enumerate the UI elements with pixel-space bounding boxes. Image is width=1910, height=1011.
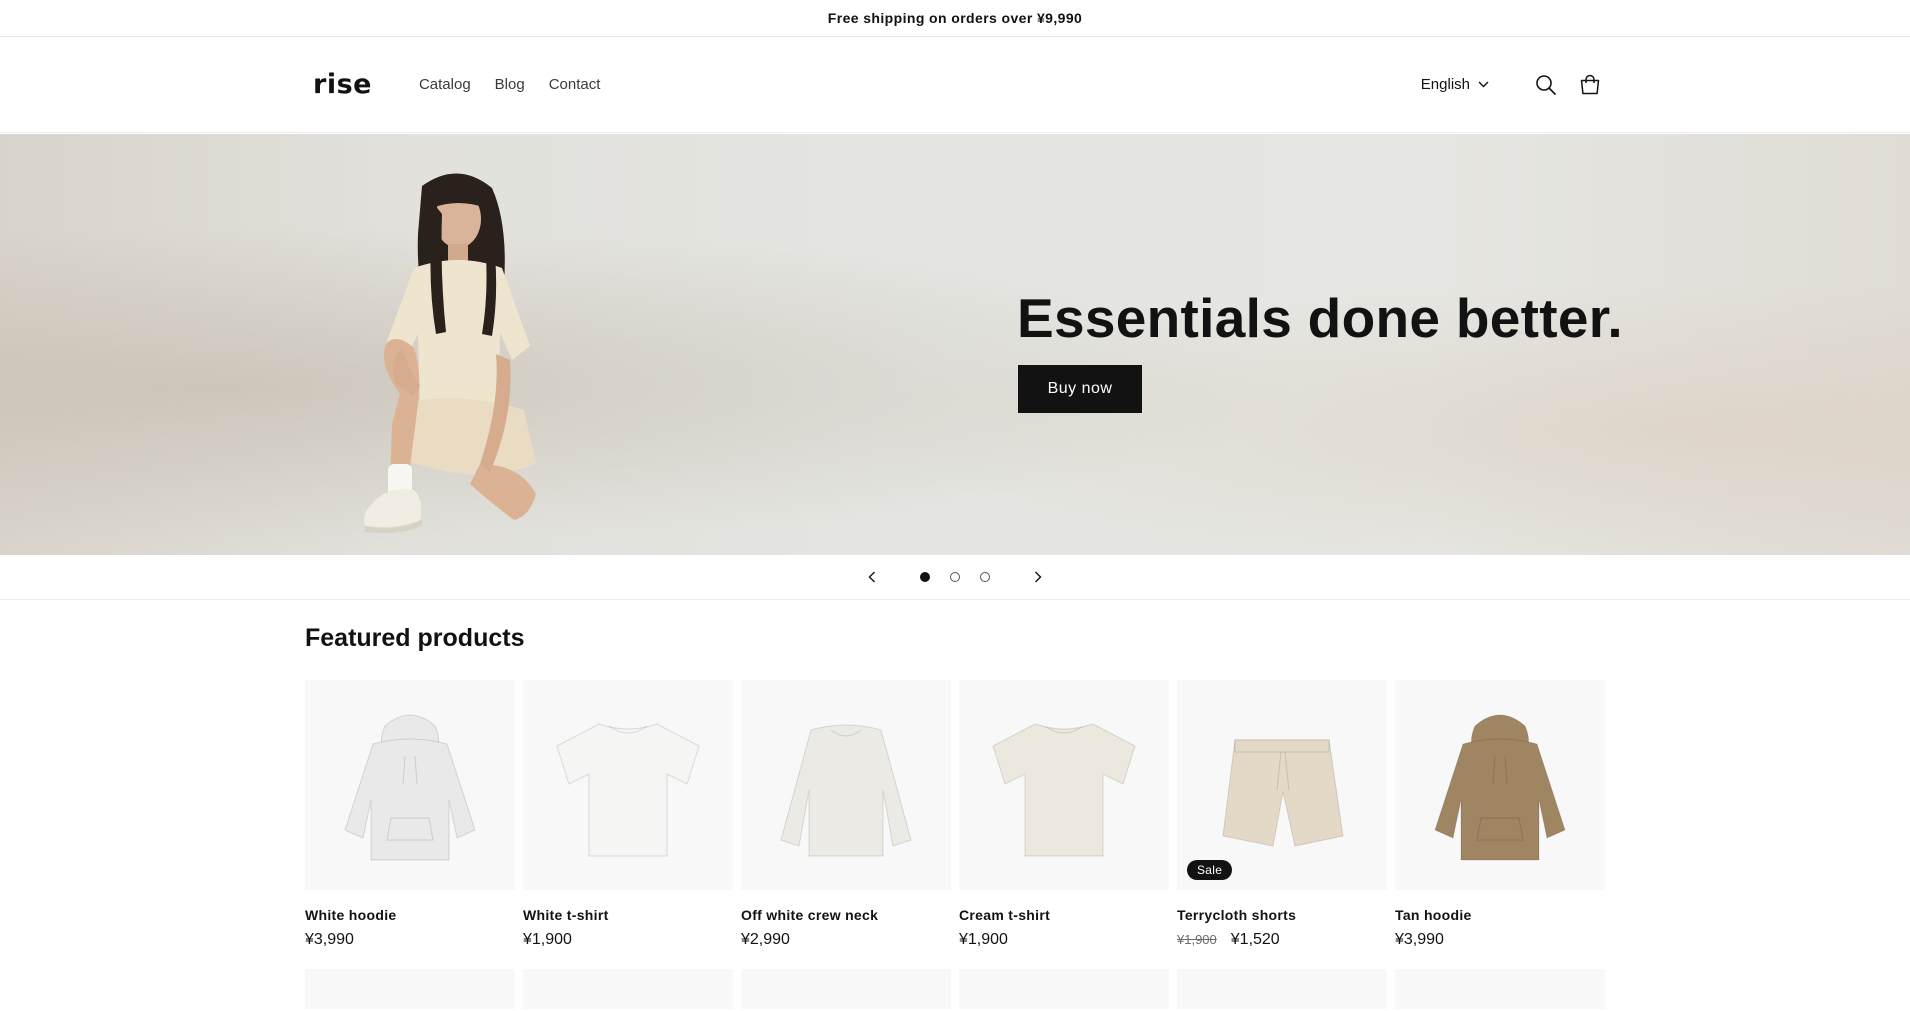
- cart-icon: [1580, 74, 1600, 94]
- product-image[interactable]: [305, 969, 515, 1009]
- current-price: ¥1,900: [959, 931, 1008, 948]
- hero-model-image: [364, 173, 536, 534]
- chevron-right-icon: [1035, 571, 1042, 583]
- slide-dot[interactable]: [980, 572, 990, 582]
- product-card[interactable]: Off white crew neck ¥2,990: [741, 680, 951, 949]
- nav-link-catalog[interactable]: Catalog: [419, 76, 471, 93]
- product-grid: White hoodie ¥3,990 White t-shirt ¥1,900 O…: [305, 680, 1605, 1009]
- product-image[interactable]: [1395, 969, 1605, 1009]
- hero-banner: Essentials done better. Buy now: [0, 134, 1910, 555]
- product-title[interactable]: Terrycloth shorts: [1177, 907, 1387, 923]
- product-card[interactable]: [1395, 969, 1605, 1009]
- slide-next-button[interactable]: [1028, 567, 1048, 587]
- product-card[interactable]: [523, 969, 733, 1009]
- product-image[interactable]: [741, 969, 951, 1009]
- chevron-down-icon: [1478, 81, 1489, 88]
- product-title[interactable]: Tan hoodie: [1395, 907, 1605, 923]
- product-image[interactable]: Sale: [1177, 680, 1387, 890]
- product-image[interactable]: [305, 680, 515, 890]
- slide-dot[interactable]: [920, 572, 930, 582]
- product-card[interactable]: [959, 969, 1169, 1009]
- current-price: ¥3,990: [1395, 931, 1444, 948]
- product-price: ¥1,900: [523, 931, 733, 949]
- product-card[interactable]: [305, 969, 515, 1009]
- product-price: ¥2,990: [741, 931, 951, 949]
- store-logo[interactable]: rise: [313, 69, 372, 100]
- slide-dot[interactable]: [950, 572, 960, 582]
- featured-products-heading: Featured products: [305, 624, 525, 652]
- product-card[interactable]: [1177, 969, 1387, 1009]
- slide-previous-button[interactable]: [862, 567, 882, 587]
- product-price: ¥3,990: [1395, 931, 1605, 949]
- chevron-left-icon: [868, 571, 875, 583]
- product-image[interactable]: [741, 680, 951, 890]
- buy-now-button[interactable]: Buy now: [1018, 365, 1142, 413]
- product-price: ¥1,900 ¥1,520: [1177, 931, 1387, 949]
- main-nav: Catalog Blog Contact: [419, 76, 600, 93]
- product-image[interactable]: [523, 680, 733, 890]
- product-title[interactable]: White hoodie: [305, 907, 515, 923]
- product-card[interactable]: Tan hoodie ¥3,990: [1395, 680, 1605, 949]
- product-title[interactable]: White t-shirt: [523, 907, 733, 923]
- product-image[interactable]: [1395, 680, 1605, 890]
- product-title[interactable]: Off white crew neck: [741, 907, 951, 923]
- slide-dots: [920, 572, 990, 582]
- announcement-text: Free shipping on orders over ¥9,990: [827, 10, 1083, 26]
- hero-heading: Essentials done better.: [1017, 287, 1623, 349]
- product-title[interactable]: Cream t-shirt: [959, 907, 1169, 923]
- cart-button[interactable]: [1575, 70, 1605, 100]
- site-header: rise Catalog Blog Contact English: [0, 37, 1910, 133]
- product-image[interactable]: [1177, 969, 1387, 1009]
- language-selector[interactable]: English: [1421, 76, 1489, 93]
- product-card[interactable]: [741, 969, 951, 1009]
- nav-link-contact[interactable]: Contact: [549, 76, 601, 93]
- nav-link-blog[interactable]: Blog: [495, 76, 525, 93]
- sale-badge: Sale: [1187, 860, 1233, 880]
- product-image[interactable]: [523, 969, 733, 1009]
- product-image[interactable]: [959, 969, 1169, 1009]
- current-price: ¥1,520: [1230, 931, 1280, 948]
- product-price: ¥3,990: [305, 931, 515, 949]
- current-price: ¥3,990: [305, 931, 354, 948]
- slideshow-controls: [0, 555, 1910, 600]
- current-price: ¥2,990: [741, 931, 790, 948]
- product-card[interactable]: Cream t-shirt ¥1,900: [959, 680, 1169, 949]
- announcement-bar: Free shipping on orders over ¥9,990: [0, 0, 1910, 37]
- original-price: ¥1,900: [1177, 932, 1217, 947]
- search-button[interactable]: [1531, 70, 1561, 100]
- product-card[interactable]: White t-shirt ¥1,900: [523, 680, 733, 949]
- product-price: ¥1,900: [959, 931, 1169, 949]
- product-card[interactable]: White hoodie ¥3,990: [305, 680, 515, 949]
- language-label: English: [1420, 76, 1470, 93]
- product-card[interactable]: Sale Terrycloth shorts ¥1,900 ¥1,520: [1177, 680, 1387, 949]
- search-icon: [1536, 74, 1557, 95]
- current-price: ¥1,900: [523, 931, 572, 948]
- product-image[interactable]: [959, 680, 1169, 890]
